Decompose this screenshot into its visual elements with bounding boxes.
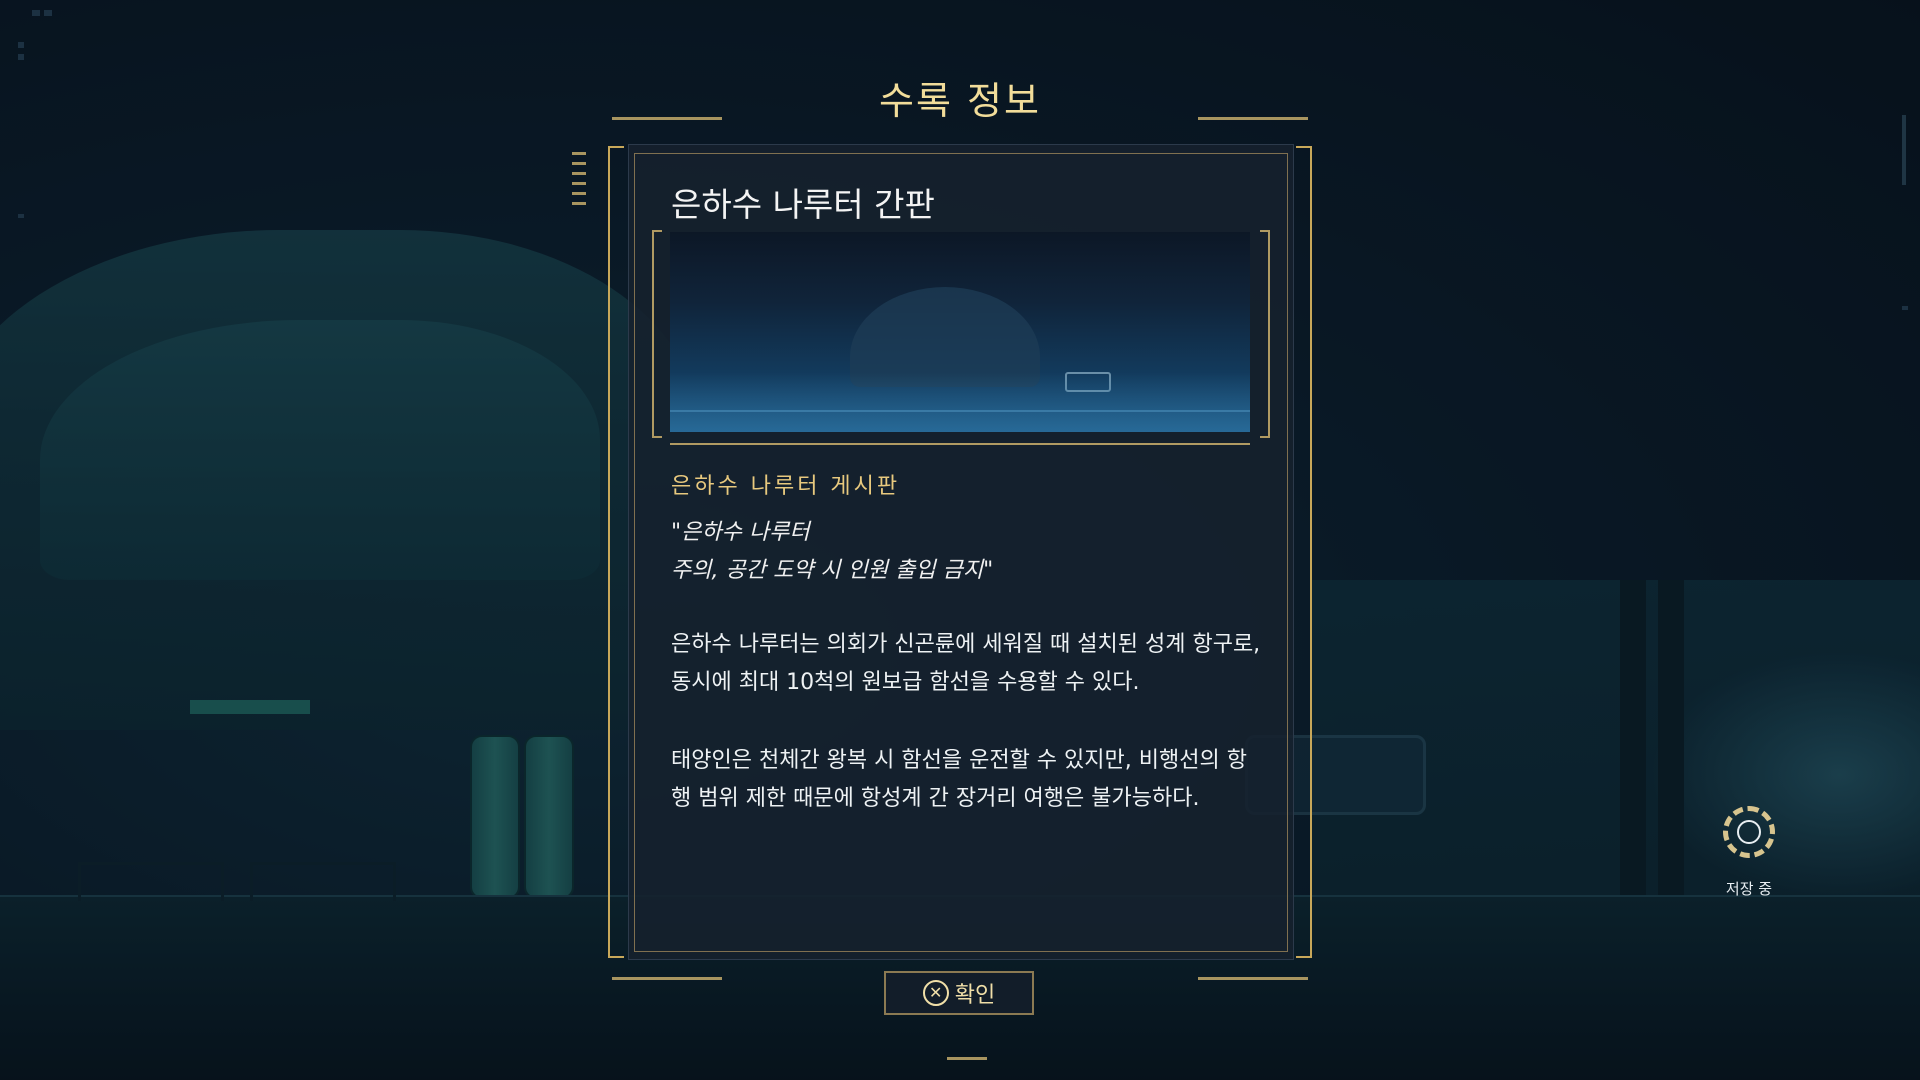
saving-label: 저장 중 bbox=[1725, 880, 1773, 898]
bottom-center-mark bbox=[947, 1057, 987, 1060]
title-decoration-line bbox=[1198, 117, 1308, 120]
preview-floor-line bbox=[670, 410, 1250, 412]
confirm-button-label: 확인 bbox=[954, 983, 996, 1008]
preview-underline bbox=[670, 443, 1250, 445]
frame-bracket-right bbox=[1296, 146, 1312, 958]
panel-tick-marks bbox=[572, 152, 586, 212]
item-name: 은하수 나루터 간판 bbox=[671, 185, 935, 224]
saving-spinner-icon bbox=[1723, 806, 1775, 858]
frame-bracket-left bbox=[608, 146, 624, 958]
item-description-2: 태양인은 천체간 왕복 시 함선을 운전할 수 있지만, 비행선의 항행 범위 … bbox=[671, 748, 1247, 811]
item-subtitle: 은하수 나루터 게시판 bbox=[671, 474, 901, 499]
item-preview-image bbox=[670, 232, 1250, 432]
preview-bracket-right bbox=[1260, 230, 1270, 438]
bottom-decoration-line bbox=[612, 977, 722, 980]
confirm-button[interactable]: ✕ 확인 bbox=[884, 971, 1034, 1015]
dialog-title: 수록 정보 bbox=[879, 79, 1041, 123]
cross-button-icon: ✕ bbox=[922, 980, 949, 1006]
preview-glow bbox=[670, 372, 1250, 432]
bottom-decoration-line bbox=[1198, 977, 1308, 980]
saving-indicator: 저장 중 bbox=[1716, 806, 1782, 899]
preview-bracket-left bbox=[652, 230, 662, 438]
item-description-1: 은하수 나루터는 의회가 신곤륜에 세워질 때 설치된 성계 항구로, 동시에 … bbox=[671, 632, 1261, 695]
item-quote: "은하수 나루터 주의, 공간 도약 시 인원 출입 금지" bbox=[671, 520, 994, 583]
title-decoration-line bbox=[612, 117, 722, 120]
